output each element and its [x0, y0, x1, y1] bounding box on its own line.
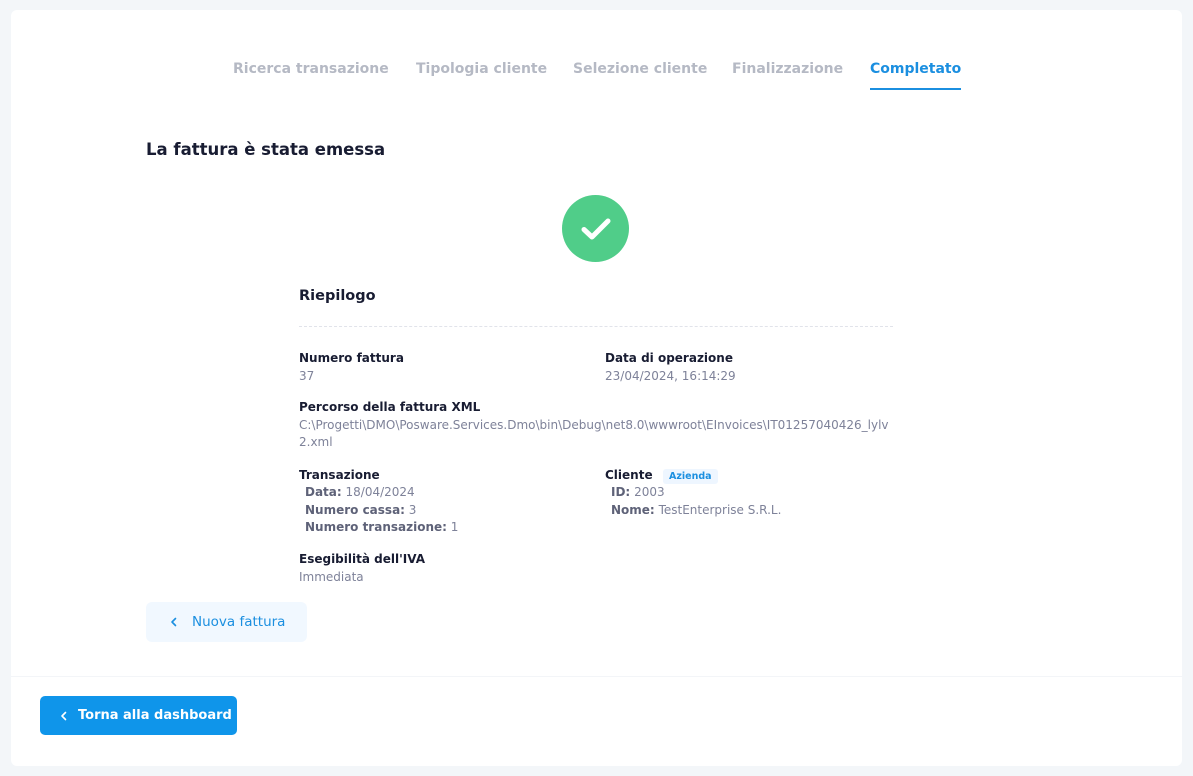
xml-path-label: Percorso della fattura XML — [299, 400, 481, 414]
customer-type-badge: Azienda — [663, 469, 718, 484]
operation-date-label: Data di operazione — [605, 351, 733, 365]
transaction-date-label: Data: — [305, 485, 342, 499]
stepper: Ricerca transazione Tipologia cliente Se… — [0, 60, 1193, 92]
back-to-dashboard-label: Torna alla dashboard — [78, 708, 232, 723]
transaction-label: Transazione — [299, 468, 380, 482]
customer-name-value: TestEnterprise S.R.L. — [658, 503, 782, 517]
summary-title: Riepilogo — [299, 288, 376, 304]
register-value: 3 — [408, 503, 417, 517]
step-ricerca-transazione[interactable]: Ricerca transazione — [233, 60, 389, 78]
customer-name: Nome: TestEnterprise S.R.L. — [611, 503, 781, 517]
customer-id-label: ID: — [611, 485, 631, 499]
page-title: La fattura è stata emessa — [146, 140, 386, 159]
summary-divider — [299, 326, 893, 327]
transaction-number-label: Numero transazione: — [305, 520, 447, 534]
vat-label: Esegibilità dell'IVA — [299, 552, 425, 566]
xml-path-value: C:\Progetti\DMO\Posware.Services.Dmo\bin… — [299, 418, 889, 449]
check-circle-icon — [562, 195, 629, 262]
invoice-number-label: Numero fattura — [299, 351, 404, 365]
operation-date-value: 23/04/2024, 16:14:29 — [605, 369, 736, 383]
customer-name-label: Nome: — [611, 503, 655, 517]
new-invoice-button[interactable]: Nuova fattura — [146, 602, 307, 642]
back-to-dashboard-button[interactable]: Torna alla dashboard — [40, 696, 237, 735]
register-label: Numero cassa: — [305, 503, 405, 517]
chevron-left-icon — [60, 711, 68, 721]
transaction-number: Numero transazione: 1 — [305, 520, 458, 534]
step-finalizzazione[interactable]: Finalizzazione — [732, 60, 843, 78]
vat-value: Immediata — [299, 570, 364, 584]
new-invoice-label: Nuova fattura — [192, 614, 286, 630]
invoice-number-value: 37 — [299, 369, 315, 383]
transaction-date: Data: 18/04/2024 — [305, 485, 415, 499]
customer-label: Cliente — [605, 468, 653, 482]
footer-divider — [11, 676, 1182, 677]
customer-id: ID: 2003 — [611, 485, 665, 499]
transaction-date-value: 18/04/2024 — [345, 485, 415, 499]
step-tipologia-cliente[interactable]: Tipologia cliente — [416, 60, 547, 78]
checkmark-icon — [581, 218, 610, 239]
chevron-left-icon — [170, 617, 178, 627]
transaction-register: Numero cassa: 3 — [305, 503, 416, 517]
main-card — [11, 10, 1182, 766]
step-completato[interactable]: Completato — [870, 60, 962, 90]
transaction-number-value: 1 — [450, 520, 459, 534]
step-selezione-cliente[interactable]: Selezione cliente — [573, 60, 707, 78]
customer-id-value: 2003 — [634, 485, 665, 499]
